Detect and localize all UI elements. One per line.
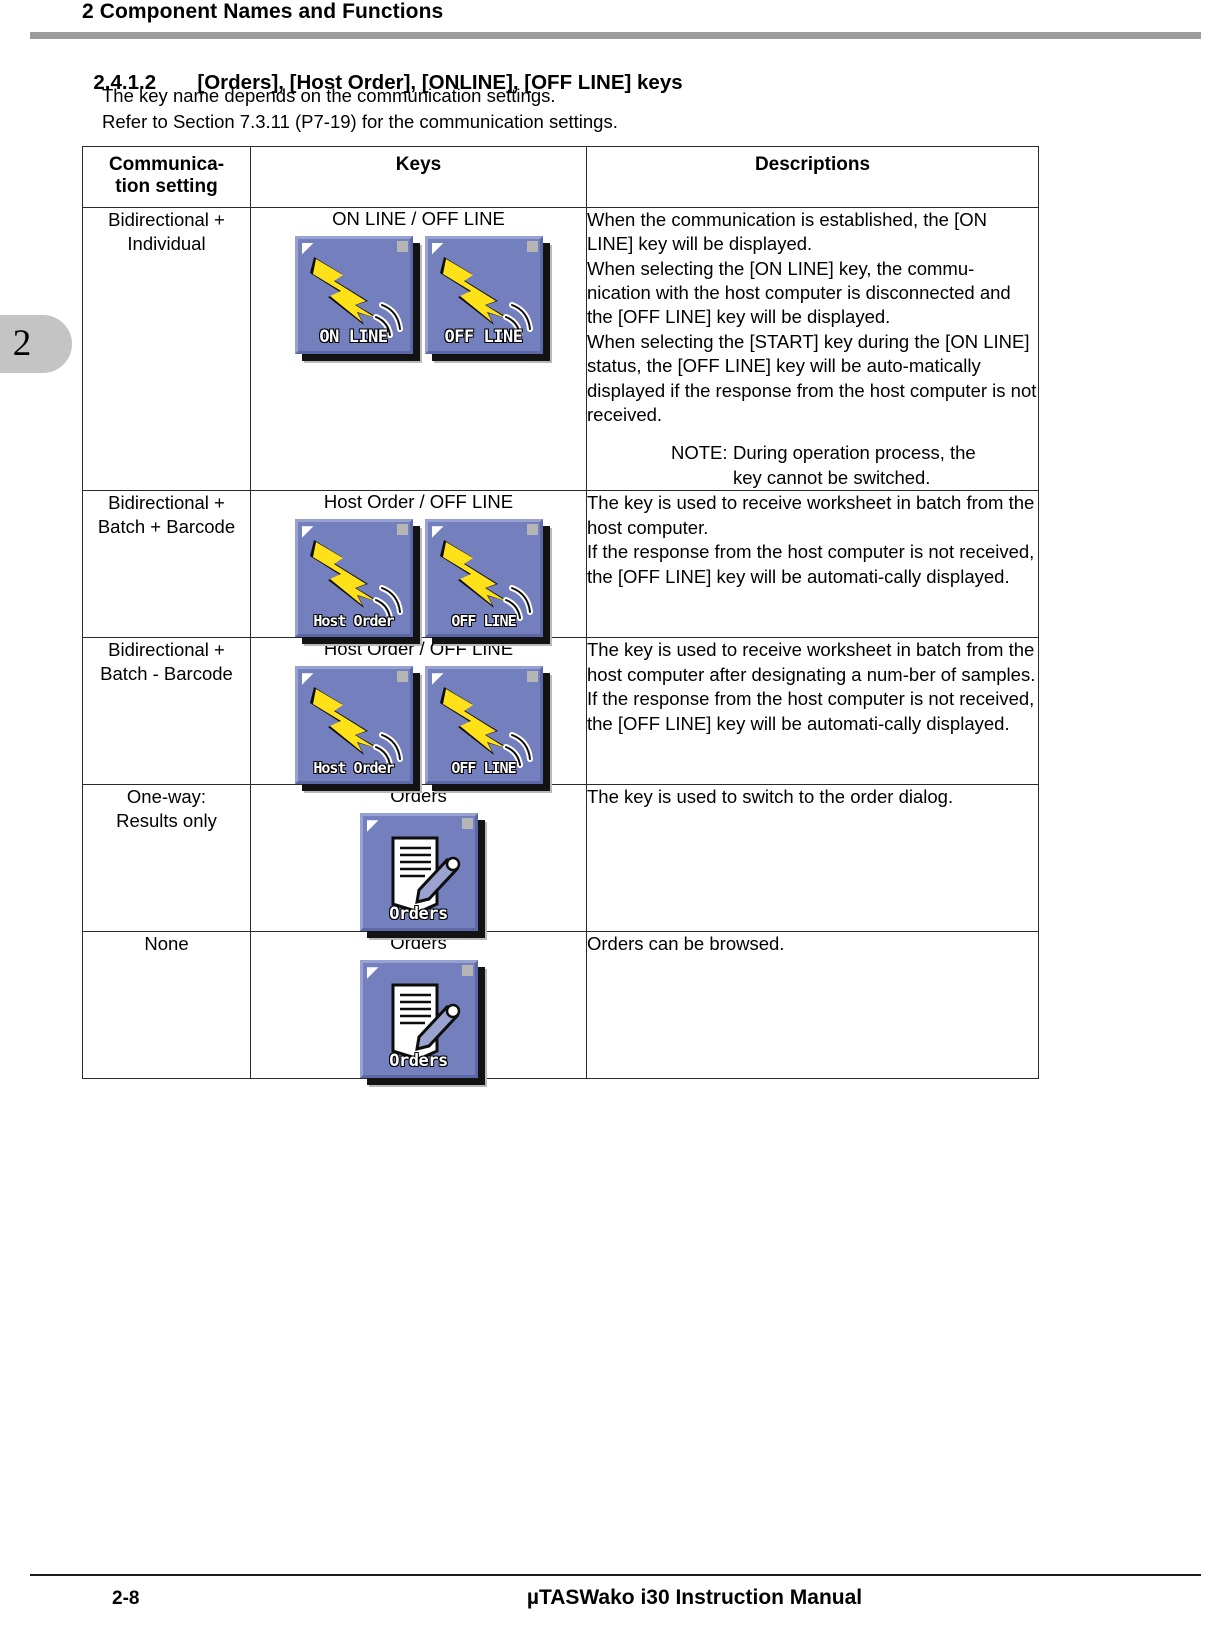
chapter-tab-label: 2 — [12, 323, 32, 364]
note-line-1: During operation process, the — [733, 442, 976, 464]
on-line-key-button[interactable]: ON LINE — [294, 235, 413, 354]
setting-line-2: Individual — [127, 232, 206, 254]
setting-line-1: Bidirectional + — [108, 639, 225, 661]
intro-line-2: Refer to Section 7.3.11 (P7-19) for the … — [102, 111, 618, 132]
description-paragraph: Orders can be browsed. — [587, 933, 785, 955]
cell-communication-setting: Bidirectional + Individual — [82, 206, 251, 492]
description-paragraph: The key is used to receive worksheet in … — [587, 492, 1035, 538]
cell-description: The key is used to receive worksheet in … — [586, 490, 1039, 639]
description-paragraph: The key is used to switch to the order d… — [587, 786, 954, 808]
orders-key-button[interactable]: Orders — [359, 960, 478, 1079]
running-head: 2 Component Names and Functions — [82, 0, 444, 23]
cell-keys: Host Order / OFF LINE Host Order OFF LIN… — [250, 490, 587, 639]
column-header-setting-line2: tion setting — [115, 176, 218, 198]
column-header-setting: Communica- tion setting — [82, 146, 251, 208]
button-caption: ON LINE — [319, 326, 388, 347]
description-paragraph: The key is used to receive worksheet in … — [587, 639, 1036, 685]
key-button-group: Host Order OFF LINE — [251, 666, 586, 785]
setting-line-2: Batch - Barcode — [100, 663, 233, 685]
cell-keys: ON LINE / OFF LINE ON LINE OFF LINE — [250, 206, 587, 492]
table-row: Bidirectional + Batch + Barcode Host Ord… — [82, 490, 1039, 639]
button-caption: Orders — [389, 1051, 448, 1072]
keys-label: ON LINE / OFF LINE — [332, 207, 505, 229]
setting-line-1: One-way: — [126, 786, 207, 808]
description-paragraph: If the response from the host computer i… — [587, 541, 1035, 587]
description-paragraph: If the response from the host computer i… — [587, 688, 1035, 734]
setting-line-1: None — [144, 933, 189, 955]
description-paragraph: When the communication is established, t… — [587, 208, 987, 255]
note-label: NOTE: — [671, 442, 728, 464]
header-rule — [30, 32, 1201, 39]
setting-line-2: Results only — [116, 810, 217, 832]
setting-line-1: Bidirectional + — [108, 208, 225, 230]
description-paragraph: When selecting the [ON LINE] key, the co… — [587, 257, 1011, 328]
cell-communication-setting: None — [82, 931, 251, 1080]
cell-description: Orders can be browsed. — [586, 931, 1039, 1080]
button-caption: OFF LINE — [444, 326, 523, 347]
setting-line-2: Batch + Barcode — [97, 516, 236, 538]
host-order-key-button[interactable]: Host Order — [294, 519, 413, 638]
keys-label: Orders — [390, 932, 447, 954]
footer-rule — [30, 1574, 1201, 1576]
column-header-descriptions: Descriptions — [586, 146, 1039, 208]
communication-settings-table: Communica- tion setting Keys Description… — [82, 146, 1039, 1080]
off-line-key-button[interactable]: OFF LINE — [424, 519, 543, 638]
table-header-row: Communica- tion setting Keys Description… — [82, 146, 1039, 208]
keys-label: Host Order / OFF LINE — [323, 491, 514, 513]
off-line-key-button[interactable]: OFF LINE — [424, 235, 543, 354]
table-row: Bidirectional + Individual ON LINE / OFF… — [82, 206, 1039, 492]
intro-line-1: The key name depends on the communicatio… — [102, 85, 556, 106]
keys-label: Orders — [390, 785, 447, 807]
button-caption: Orders — [389, 904, 448, 925]
table-row: Bidirectional + Batch - Barcode Host Ord… — [82, 637, 1039, 786]
host-order-key-button[interactable]: Host Order — [294, 666, 413, 785]
button-caption: Host Order — [313, 612, 394, 631]
button-caption: OFF LINE — [451, 759, 516, 778]
key-button-group: Orders — [251, 960, 586, 1079]
setting-line-1: Bidirectional + — [108, 492, 225, 514]
cell-description: The key is used to receive worksheet in … — [586, 637, 1039, 786]
key-button-group: ON LINE OFF LINE — [251, 235, 586, 354]
column-header-keys: Keys — [250, 146, 587, 208]
cell-keys: Orders Orders — [250, 784, 587, 933]
button-caption: Host Order — [313, 759, 394, 778]
table-row: One-way: Results only Orders Orders The … — [82, 784, 1039, 933]
table-row: None Orders Orders Orders can be browsed… — [82, 931, 1039, 1080]
description-paragraph: When selecting the [START] key during th… — [587, 330, 1037, 426]
cell-keys: Host Order / OFF LINE Host Order OFF LIN… — [250, 637, 587, 786]
key-button-group: Orders — [251, 813, 586, 932]
cell-communication-setting: Bidirectional + Batch - Barcode — [82, 637, 251, 786]
key-button-group: Host Order OFF LINE — [251, 519, 586, 638]
cell-description: When the communication is established, t… — [586, 206, 1039, 492]
cell-communication-setting: One-way: Results only — [82, 784, 251, 933]
note-block: NOTE: During operation process, the key c… — [587, 441, 1038, 490]
keys-label: Host Order / OFF LINE — [323, 638, 514, 660]
cell-keys: Orders Orders — [250, 931, 587, 1080]
cell-communication-setting: Bidirectional + Batch + Barcode — [82, 490, 251, 639]
button-caption: OFF LINE — [451, 612, 516, 631]
orders-key-button[interactable]: Orders — [359, 813, 478, 932]
footer-manual-title: µTASWako i30 Instruction Manual — [526, 1586, 863, 1609]
column-header-setting-line1: Communica- — [108, 154, 225, 175]
cell-description: The key is used to switch to the order d… — [586, 784, 1039, 933]
off-line-key-button[interactable]: OFF LINE — [424, 666, 543, 785]
note-line-2: key cannot be switched. — [733, 466, 931, 488]
